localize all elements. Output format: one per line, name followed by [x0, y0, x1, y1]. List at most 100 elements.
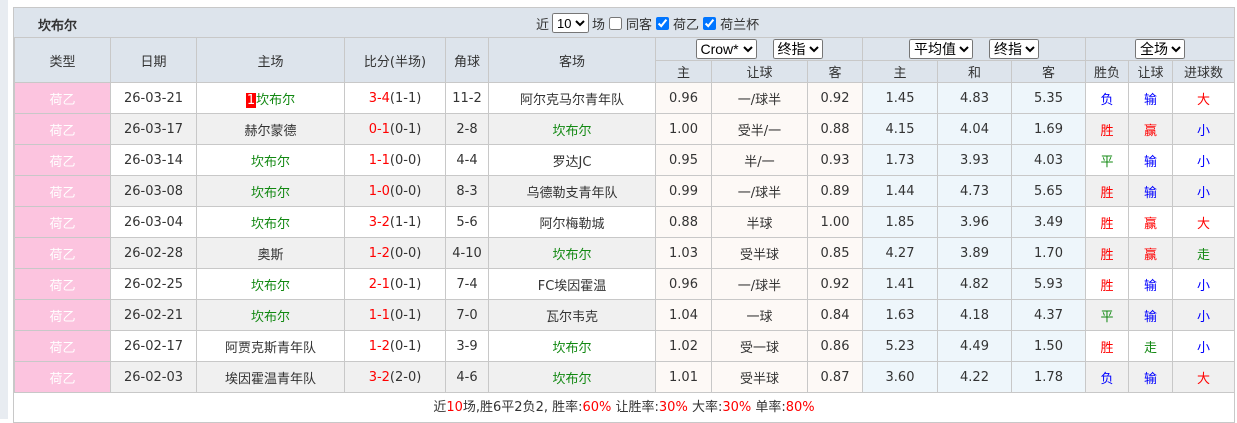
title-bar: 坎布尔 近 10 场 同客 荷乙 荷兰杯 [14, 8, 1234, 37]
home-team-name[interactable]: 阿贾克斯青年队 [225, 341, 316, 356]
hcap-line: 受半球 [711, 361, 808, 393]
hcap-line: 半球 [711, 206, 808, 238]
score[interactable]: 1-1(0-1) [344, 299, 446, 331]
league-type[interactable]: 荷乙 [14, 144, 111, 176]
league-type[interactable]: 荷乙 [14, 175, 111, 207]
away-team-name[interactable]: 坎布尔 [552, 341, 591, 356]
score[interactable]: 0-1(0-1) [344, 113, 446, 145]
match-row: 荷乙 26-02-28 奥斯 1-2(0-0) 4-10 坎布尔 1.03 受半球 0.85 4.… [14, 237, 1236, 269]
corner-score: 4-6 [445, 361, 489, 393]
away-team[interactable]: 坎布尔 [488, 237, 656, 269]
match-row: 荷乙 26-02-25 坎布尔 2-1(0-1) 7-4 FC埃因霍温 0.96 一/球半 0.… [14, 268, 1236, 300]
col-e-draw: 和 [937, 60, 1012, 83]
score[interactable]: 1-2(0-0) [344, 237, 446, 269]
home-team-name[interactable]: 坎布尔 [251, 310, 290, 325]
eu-draw-odds: 4.18 [937, 299, 1012, 331]
away-team[interactable]: 阿尔梅勒城 [488, 206, 656, 238]
result: 胜 [1085, 206, 1129, 238]
league-type[interactable]: 荷乙 [14, 206, 111, 238]
odds-type-select[interactable]: 终指 [772, 39, 823, 59]
home-team-name[interactable]: 坎布尔 [251, 186, 290, 201]
home-team-name[interactable]: 埃因霍温青年队 [225, 372, 316, 387]
away-team-name[interactable]: 坎布尔 [552, 124, 591, 139]
rank-badge: 1 [245, 92, 257, 108]
league2-checkbox[interactable] [703, 16, 717, 30]
hcap-away-odds: 0.89 [807, 175, 863, 207]
avg-select[interactable]: 平均值 [909, 39, 973, 59]
eu-away-odds: 5.93 [1011, 268, 1086, 300]
league-type[interactable]: 荷乙 [14, 330, 111, 362]
hcap-away-odds: 0.84 [807, 299, 863, 331]
away-team-name[interactable]: 乌德勒支青年队 [526, 186, 617, 201]
home-team[interactable]: 坎布尔 [196, 175, 345, 207]
eu-draw-odds: 3.89 [937, 237, 1012, 269]
col-date: 日期 [110, 37, 197, 83]
away-team-name[interactable]: 罗达JC [553, 155, 592, 170]
away-team[interactable]: 瓦尔韦克 [488, 299, 656, 331]
away-team[interactable]: 坎布尔 [488, 361, 656, 393]
away-team-name[interactable]: 瓦尔韦克 [546, 310, 598, 325]
eu-draw-odds: 4.04 [937, 113, 1012, 145]
home-team[interactable]: 赫尔蒙德 [196, 113, 345, 145]
summary-text: 近 [433, 400, 447, 415]
score[interactable]: 2-1(0-1) [344, 268, 446, 300]
away-team-name[interactable]: 阿尔克马尔青年队 [520, 93, 624, 108]
half-score: (0-1) [389, 121, 422, 137]
home-team-name[interactable]: 坎布尔 [256, 93, 295, 108]
home-team-name[interactable]: 坎布尔 [251, 217, 290, 232]
away-team[interactable]: 坎布尔 [488, 113, 656, 145]
company-select[interactable]: Crow* [695, 39, 757, 59]
away-team-name[interactable]: FC埃因霍温 [538, 279, 607, 294]
league-type[interactable]: 荷乙 [14, 299, 111, 331]
home-team-name[interactable]: 奥斯 [257, 248, 283, 263]
period-select[interactable]: 全场 [1135, 39, 1185, 59]
league-type[interactable]: 荷乙 [14, 268, 111, 300]
eu-home-odds: 5.23 [862, 330, 938, 362]
league-type[interactable]: 荷乙 [14, 82, 111, 114]
away-team-name[interactable]: 阿尔梅勒城 [539, 217, 604, 232]
home-team[interactable]: 埃因霍温青年队 [196, 361, 345, 393]
score[interactable]: 1-0(0-0) [344, 175, 446, 207]
same-home-checkbox[interactable] [609, 16, 623, 30]
odds-type2-select[interactable]: 终指 [989, 39, 1039, 59]
away-team[interactable]: FC埃因霍温 [488, 268, 656, 300]
corner-score: 7-0 [445, 299, 489, 331]
away-team[interactable]: 乌德勒支青年队 [488, 175, 656, 207]
home-team-name[interactable]: 坎布尔 [251, 279, 290, 294]
goals-result: 小 [1171, 175, 1236, 207]
home-team[interactable]: 阿贾克斯青年队 [196, 330, 345, 362]
score[interactable]: 3-4(1-1) [344, 82, 446, 114]
near-label: 近 [536, 17, 550, 33]
league-type[interactable]: 荷乙 [14, 237, 111, 269]
home-team-name[interactable]: 坎布尔 [251, 155, 290, 170]
home-team[interactable]: 坎布尔 [196, 268, 345, 300]
away-team[interactable]: 罗达JC [488, 144, 656, 176]
away-team[interactable]: 坎布尔 [488, 330, 656, 362]
home-team[interactable]: 坎布尔 [196, 299, 345, 331]
result: 平 [1085, 299, 1129, 331]
home-team[interactable]: 1坎布尔 [196, 82, 345, 114]
away-team-name[interactable]: 坎布尔 [552, 248, 591, 263]
match-count-select[interactable]: 10 [552, 13, 590, 33]
col-h-away: 客 [807, 60, 863, 83]
league-type[interactable]: 荷乙 [14, 113, 111, 145]
eu-draw-odds: 4.73 [937, 175, 1012, 207]
league-type[interactable]: 荷乙 [14, 361, 111, 393]
score[interactable]: 3-2(2-0) [344, 361, 446, 393]
away-team[interactable]: 阿尔克马尔青年队 [488, 82, 656, 114]
league1-checkbox[interactable] [656, 16, 670, 30]
home-team[interactable]: 坎布尔 [196, 144, 345, 176]
result: 负 [1085, 82, 1129, 114]
score[interactable]: 3-2(1-1) [344, 206, 446, 238]
score[interactable]: 1-1(0-0) [344, 144, 446, 176]
match-row: 荷乙 26-03-04 坎布尔 3-2(1-1) 5-6 阿尔梅勒城 0.88 半球 1.00 1… [14, 206, 1236, 238]
score[interactable]: 1-2(0-1) [344, 330, 446, 362]
home-team[interactable]: 坎布尔 [196, 206, 345, 238]
home-team[interactable]: 奥斯 [196, 237, 345, 269]
away-team-name[interactable]: 坎布尔 [552, 372, 591, 387]
hcap-away-odds: 1.00 [807, 206, 863, 238]
filters: 近 10 场 同客 荷乙 荷兰杯 [536, 13, 759, 33]
hcap-result: 输 [1128, 175, 1173, 207]
home-team-name[interactable]: 赫尔蒙德 [244, 124, 296, 139]
corner-score: 8-3 [445, 175, 489, 207]
